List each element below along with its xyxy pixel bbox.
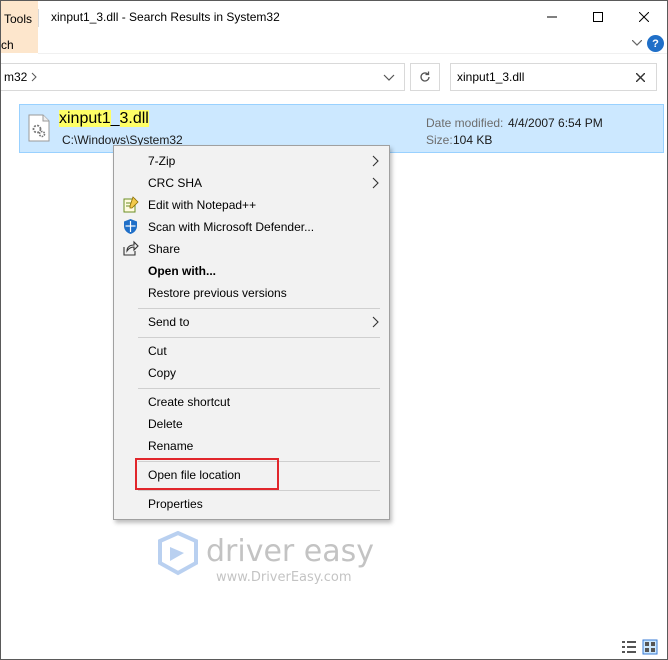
- menu-item-label: Rename: [148, 439, 194, 453]
- share-icon: [123, 240, 139, 256]
- tools-tab-label: Tools: [4, 12, 33, 26]
- menu-item-label: Restore previous versions: [148, 286, 287, 300]
- chevron-down-icon: [632, 40, 642, 46]
- large-icons-view-icon[interactable]: [642, 639, 658, 655]
- menu-item-properties[interactable]: Properties: [114, 493, 389, 515]
- file-name-match-2: 3.dll: [119, 110, 149, 127]
- file-name-separator: _: [110, 110, 120, 127]
- help-icon: ?: [652, 37, 659, 50]
- menu-item-label: Send to: [148, 315, 190, 329]
- menu-item-copy[interactable]: Copy: [114, 362, 389, 384]
- date-modified-value: 4/4/2007 6:54 PM: [508, 116, 603, 130]
- menu-item-send-to[interactable]: Send to: [114, 311, 389, 333]
- size-label: Size:: [426, 133, 453, 147]
- menu-item-label: Open with...: [148, 264, 216, 278]
- menu-item-edit-notepadpp[interactable]: Edit with Notepad++: [114, 194, 389, 216]
- menu-item-label: Cut: [148, 344, 167, 358]
- defender-shield-icon: [124, 219, 137, 234]
- maximize-button[interactable]: [575, 1, 621, 33]
- date-modified-label: Date modified:: [426, 116, 504, 130]
- close-icon: [639, 12, 649, 22]
- menu-item-label: Properties: [148, 497, 203, 511]
- size-value: 104 KB: [453, 133, 493, 147]
- menu-item-label: CRC SHA: [148, 176, 203, 190]
- menu-item-label: Share: [148, 242, 181, 256]
- menu-item-crc-sha[interactable]: CRC SHA: [114, 172, 389, 194]
- menu-item-label: 7-Zip: [148, 154, 176, 168]
- menu-item-rename[interactable]: Rename: [114, 435, 389, 457]
- menu-item-label: Scan with Microsoft Defender...: [148, 220, 315, 234]
- menu-item-create-shortcut[interactable]: Create shortcut: [114, 391, 389, 413]
- menu-item-scan-defender[interactable]: Scan with Microsoft Defender...: [114, 216, 389, 238]
- search-query[interactable]: xinput1_3.dll: [457, 70, 524, 84]
- help-button[interactable]: ?: [647, 35, 664, 52]
- expand-ribbon-button[interactable]: [630, 36, 644, 50]
- ribbon-bar: ?: [38, 34, 667, 54]
- dll-file-icon: [28, 114, 50, 142]
- close-button[interactable]: [621, 1, 667, 33]
- search-tab-label[interactable]: ch: [1, 38, 14, 52]
- title-divider: [38, 9, 39, 27]
- watermark-url: www.DriverEasy.com: [216, 570, 352, 585]
- submenu-arrow-icon: [372, 316, 379, 328]
- submenu-arrow-icon: [372, 155, 379, 167]
- menu-item-label: Delete: [148, 417, 183, 431]
- menu-separator: [138, 308, 380, 309]
- menu-item-label: Copy: [148, 366, 177, 380]
- search-tools-tab[interactable]: Tools ch: [1, 1, 38, 53]
- file-name-match-1: xinput1: [59, 110, 111, 127]
- address-dropdown-icon[interactable]: [381, 70, 397, 84]
- menu-separator: [138, 388, 380, 389]
- annotation-highlight-box: [135, 458, 279, 490]
- watermark-brand: driver easy: [206, 534, 374, 569]
- minimize-icon: [547, 16, 557, 18]
- details-view-icon[interactable]: [621, 639, 637, 655]
- menu-item-open-with[interactable]: Open with...: [114, 260, 389, 282]
- menu-item-delete[interactable]: Delete: [114, 413, 389, 435]
- breadcrumb-chevron-icon[interactable]: [29, 71, 39, 83]
- menu-item-label: Edit with Notepad++: [148, 198, 257, 212]
- refresh-button[interactable]: [410, 63, 440, 91]
- refresh-icon: [420, 71, 430, 82]
- search-input[interactable]: xinput1_3.dll: [450, 63, 657, 91]
- file-name: xinput1_3.dll: [59, 110, 149, 128]
- menu-item-7zip[interactable]: 7-Zip: [114, 150, 389, 172]
- menu-separator: [138, 490, 380, 491]
- address-bar[interactable]: m32: [1, 63, 405, 91]
- menu-item-label: Create shortcut: [148, 395, 231, 409]
- minimize-button[interactable]: [529, 1, 575, 33]
- clear-search-button[interactable]: [633, 70, 647, 84]
- address-path[interactable]: m32: [4, 70, 27, 84]
- driver-easy-watermark: driver easy www.DriverEasy.com: [158, 531, 374, 585]
- close-icon: [635, 72, 645, 82]
- menu-item-restore-versions[interactable]: Restore previous versions: [114, 282, 389, 304]
- explorer-window: xinput1_3.dll - Search Results in System…: [0, 0, 668, 660]
- title-bar: xinput1_3.dll - Search Results in System…: [1, 1, 667, 34]
- maximize-icon: [593, 12, 603, 22]
- window-title: xinput1_3.dll - Search Results in System…: [51, 10, 280, 24]
- menu-item-cut[interactable]: Cut: [114, 340, 389, 362]
- submenu-arrow-icon: [372, 177, 379, 189]
- menu-item-share[interactable]: Share: [114, 238, 389, 260]
- menu-separator: [138, 337, 380, 338]
- notepad-plus-plus-icon: [123, 196, 139, 213]
